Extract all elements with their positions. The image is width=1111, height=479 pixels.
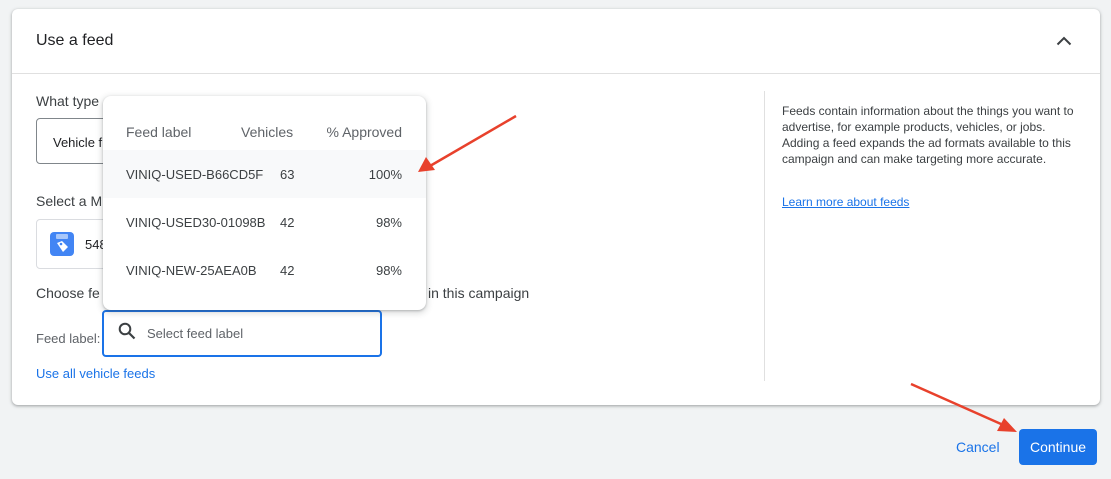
card-header[interactable]: Use a feed: [12, 9, 1100, 74]
cancel-button[interactable]: Cancel: [946, 430, 1010, 464]
header-feed-label: Feed label: [126, 124, 192, 140]
option-approved: 98%: [375, 263, 402, 278]
option-label: VINIQ-USED-B66CD5F: [126, 167, 264, 182]
learn-more-link[interactable]: Learn more about feeds: [782, 195, 909, 209]
dropdown-header: Feed label Vehicles % Approved: [103, 96, 426, 150]
choose-feeds-text-tail: in this campaign: [428, 285, 530, 301]
header-approved: % Approved: [326, 124, 403, 140]
vertical-divider: [764, 91, 765, 381]
dropdown-option[interactable]: VINIQ-USED30-01098B 42 98%: [103, 198, 426, 246]
dropdown-option[interactable]: VINIQ-NEW-25AEA0B 42 98%: [103, 246, 426, 294]
feed-label-search-field[interactable]: [102, 310, 382, 357]
search-icon: [118, 322, 136, 345]
option-vehicles: 63: [280, 167, 295, 182]
chevron-up-icon[interactable]: [1052, 29, 1076, 53]
feed-type-value: Vehicle f: [53, 135, 103, 150]
help-text: Feeds contain information about the thin…: [782, 104, 1074, 166]
option-vehicles: 42: [280, 263, 295, 278]
choose-feeds-text: Choose fe: [36, 285, 100, 301]
feed-label-dropdown: Feed label Vehicles % Approved VINIQ-USE…: [103, 96, 426, 310]
merchant-question: Select a M: [36, 193, 103, 209]
feed-label-caption: Feed label:: [36, 331, 101, 346]
feed-type-question: What type: [36, 93, 100, 109]
option-approved: 100%: [368, 167, 402, 182]
option-approved: 98%: [375, 215, 402, 230]
option-label: VINIQ-NEW-25AEA0B: [126, 263, 257, 278]
option-label: VINIQ-USED30-01098B: [126, 215, 266, 230]
continue-button[interactable]: Continue: [1019, 429, 1097, 465]
dropdown-option[interactable]: VINIQ-USED-B66CD5F 63 100%: [103, 150, 426, 198]
merchant-tag-icon: [49, 231, 75, 262]
option-vehicles: 42: [280, 215, 295, 230]
use-all-vehicle-feeds-link[interactable]: Use all vehicle feeds: [36, 366, 155, 381]
header-vehicles: Vehicles: [241, 124, 294, 140]
feed-label-input[interactable]: [145, 325, 349, 342]
section-title: Use a feed: [36, 32, 114, 49]
